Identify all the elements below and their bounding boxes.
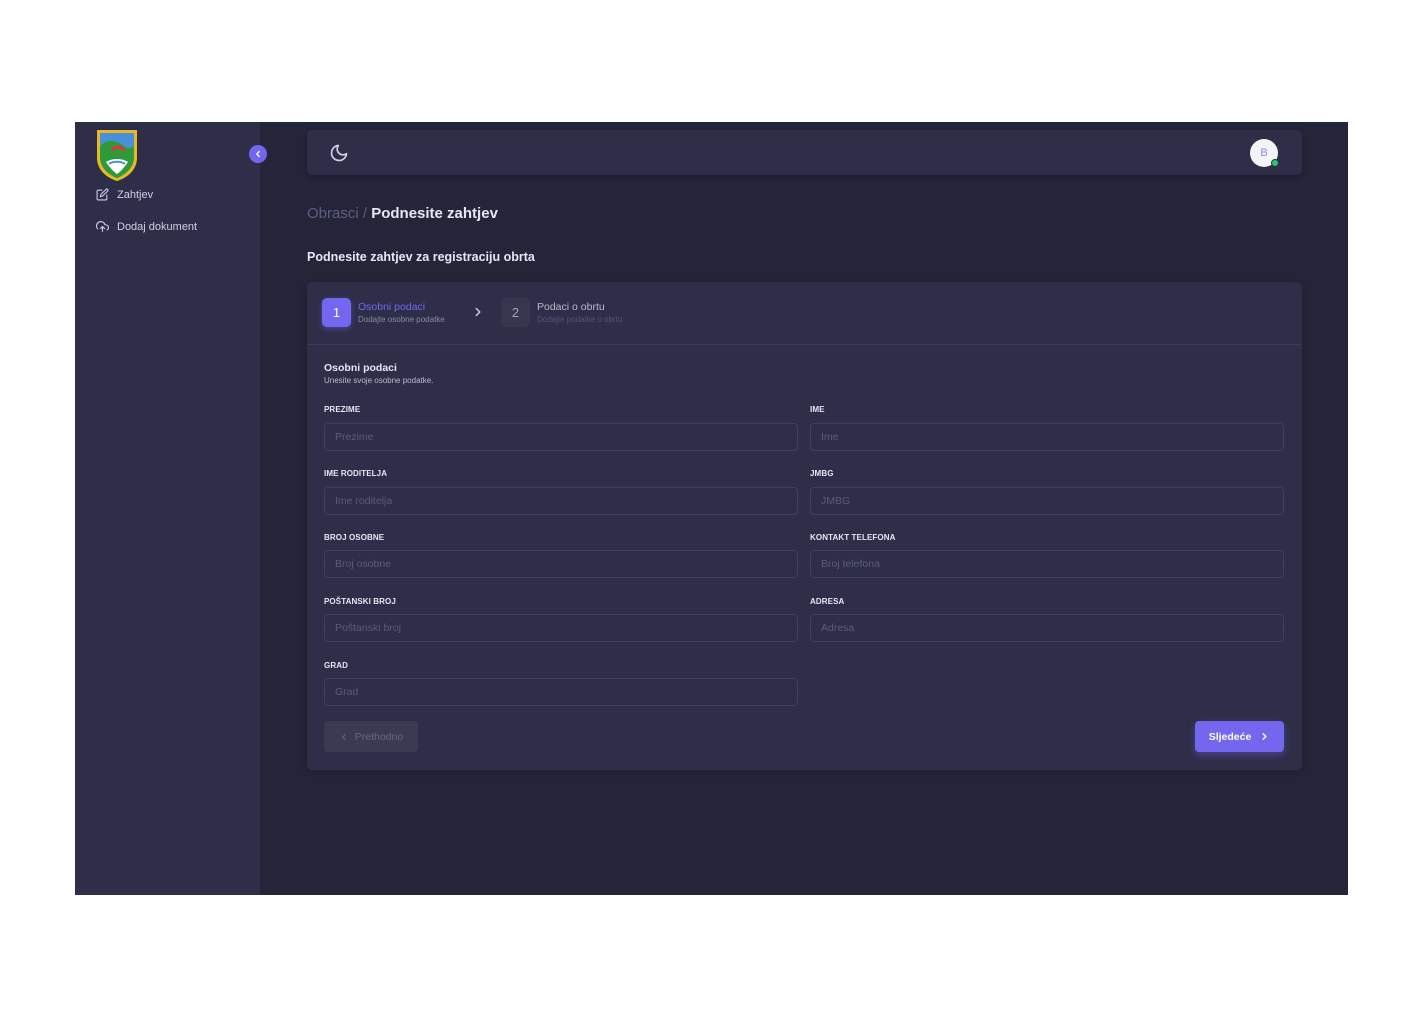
adresa-input[interactable]	[810, 614, 1284, 642]
step-title: Podaci o obrtu	[537, 300, 605, 313]
sidebar-item-label: Dodaj dokument	[117, 220, 198, 233]
previous-button[interactable]: Prethodno	[324, 721, 418, 752]
sidebar: Zahtjev Dodaj dokument	[75, 122, 260, 895]
broj-osobne-label: BROJ OSOBNE	[324, 533, 385, 542]
grad-input[interactable]	[324, 678, 798, 706]
breadcrumb: Obrasci / Podnesite zahtjev	[307, 205, 498, 222]
section-description: Unesite svoje osobne podatke.	[324, 376, 434, 385]
breadcrumb-current: Podnesite zahtjev	[371, 205, 498, 222]
ime-label: IME	[810, 405, 825, 414]
chevron-right-icon	[1262, 733, 1267, 740]
chevron-right-icon	[475, 307, 481, 317]
step-osobni-podaci[interactable]: 1 Osobni podaci Dodajte osobne podatke	[322, 298, 445, 327]
postanski-broj-input[interactable]	[324, 614, 798, 642]
step-title: Osobni podaci	[358, 300, 426, 313]
step-subtitle: Dodajte osobne podatke	[358, 314, 445, 324]
cloud-upload-icon	[96, 221, 109, 232]
jmbg-label: JMBG	[810, 469, 834, 478]
previous-button-label: Prethodno	[354, 730, 404, 743]
breadcrumb-parent[interactable]: Obrasci	[307, 205, 359, 222]
next-button[interactable]: Sljedeće	[1195, 721, 1284, 752]
ime-roditelja-input[interactable]	[324, 487, 798, 515]
breadcrumb-separator: /	[362, 205, 368, 222]
prezime-label: PREZIME	[324, 405, 361, 414]
chevron-left-icon	[256, 150, 260, 158]
ime-roditelja-label: IME RODITELJA	[324, 469, 388, 478]
kontakt-telefona-label: KONTAKT TELEFONA	[810, 533, 896, 542]
broj-osobne-input[interactable]	[324, 550, 798, 578]
section-title: Osobni podaci	[324, 362, 397, 374]
logo[interactable]	[94, 128, 140, 182]
postanski-broj-label: POŠTANSKI BROJ	[324, 597, 396, 606]
grad-label: GRAD	[324, 661, 348, 670]
step-podaci-o-obrtu[interactable]: 2 Podaci o obrtu Dodajte podatke o obrtu	[501, 298, 622, 327]
collapse-sidebar-button[interactable]	[249, 145, 267, 163]
status-indicator	[1271, 159, 1279, 167]
avatar[interactable]: B	[1250, 139, 1279, 167]
jmbg-input[interactable]	[810, 487, 1284, 515]
moon-icon[interactable]	[329, 143, 349, 163]
sidebar-item-zahtjev[interactable]: Zahtjev	[96, 188, 153, 201]
topbar: B	[307, 130, 1302, 175]
sidebar-item-label: Zahtjev	[117, 188, 154, 201]
next-button-label: Sljedeće	[1208, 730, 1252, 743]
edit-icon	[96, 188, 109, 201]
sidebar-item-dodaj-dokument[interactable]: Dodaj dokument	[96, 220, 197, 233]
page-title: Podnesite zahtjev za registraciju obrta	[307, 250, 535, 264]
step-number: 1	[322, 298, 351, 327]
ime-input[interactable]	[810, 423, 1284, 451]
app-window: Zahtjev Dodaj dokument B Obrasci / Podne…	[75, 122, 1348, 895]
kontakt-telefona-input[interactable]	[810, 550, 1284, 578]
chevron-left-icon	[341, 733, 346, 740]
prezime-input[interactable]	[324, 423, 798, 451]
step-subtitle: Dodajte podatke o obrtu	[537, 314, 623, 324]
stepper: 1 Osobni podaci Dodajte osobne podatke 2…	[307, 282, 1302, 345]
step-number: 2	[501, 298, 530, 327]
form-card: 1 Osobni podaci Dodajte osobne podatke 2…	[307, 282, 1302, 770]
avatar-initial: B	[1260, 147, 1268, 159]
adresa-label: ADRESA	[810, 597, 845, 606]
